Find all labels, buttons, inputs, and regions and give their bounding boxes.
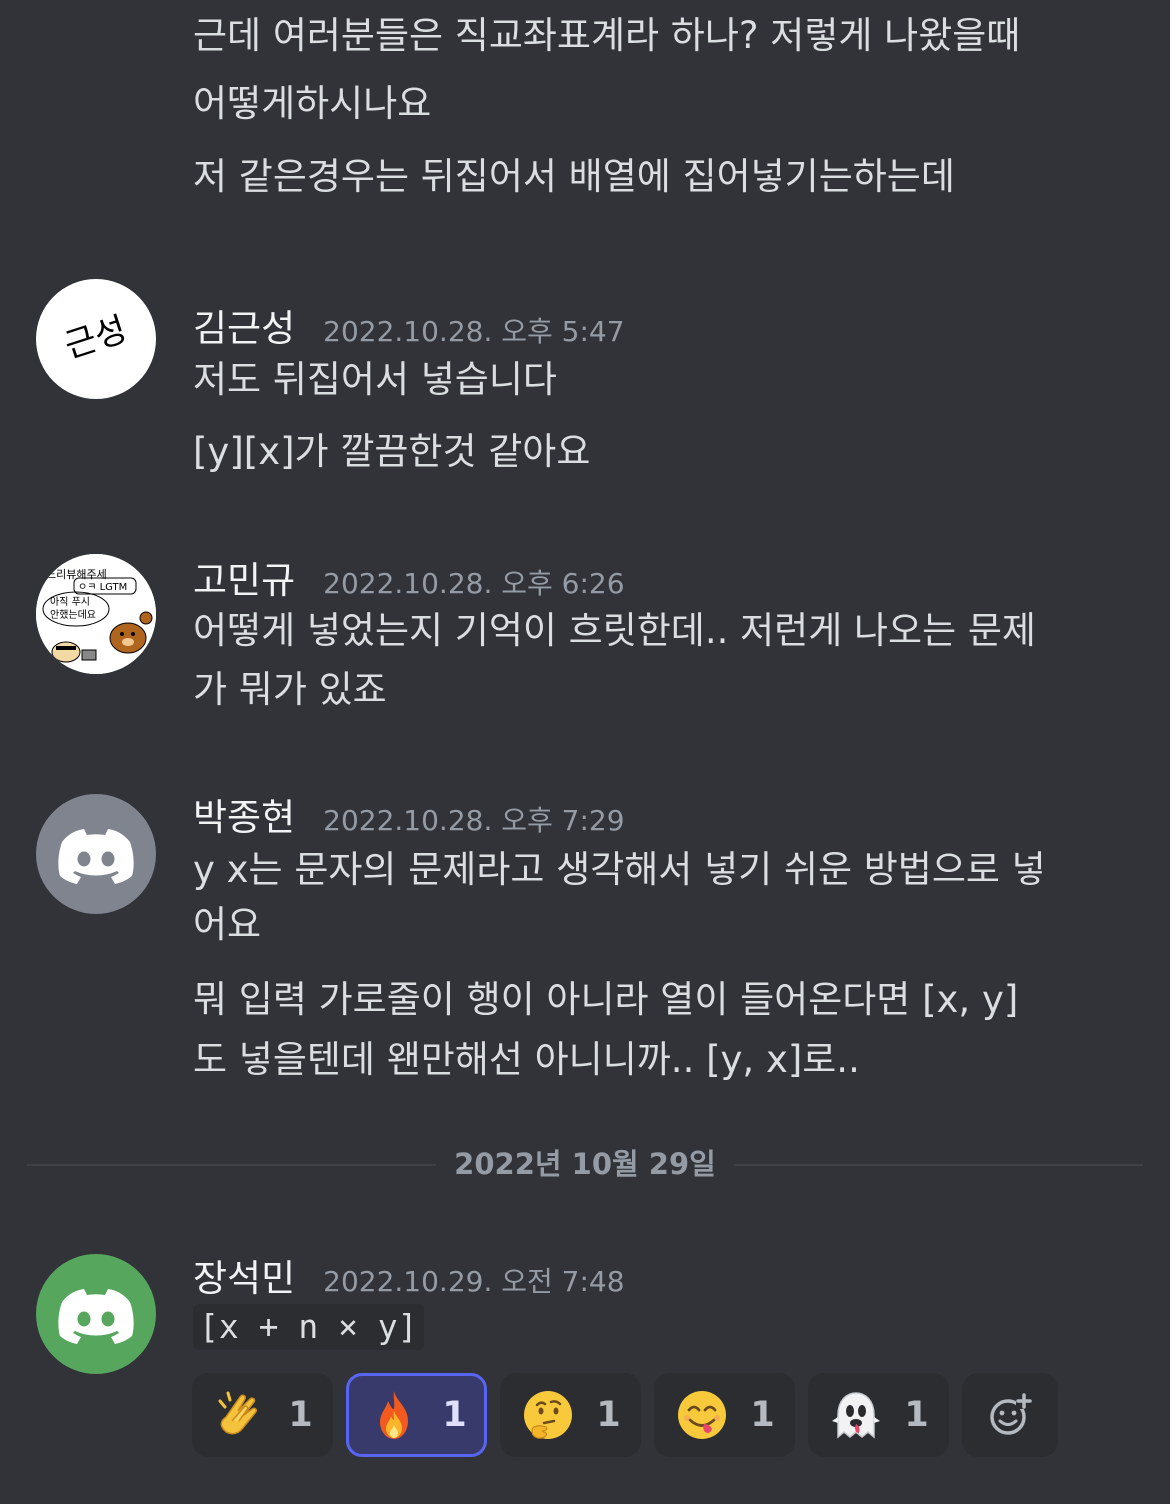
message-text-line: y x는 문자의 문제라고 생각해서 넣기 쉬운 방법으로 넣 (193, 848, 1046, 891)
discord-logo-icon (58, 1289, 134, 1344)
message-text-line: 근데 여러분들은 직교좌표계라 하나? 저렇게 나왔을때 (193, 14, 1021, 57)
svg-text:근성: 근성 (60, 309, 132, 366)
timestamp: 2022.10.29. 오전 7:48 (323, 1265, 625, 1298)
fire-icon (380, 1391, 409, 1439)
timestamp: 2022.10.28. 오후 6:26 (323, 567, 625, 600)
reaction-count: 1 (904, 1395, 929, 1435)
message-text-line: 어떻게 넣었는지 기억이 흐릿한데.. 저런게 나오는 문제 (193, 609, 1036, 652)
reaction-ghost[interactable]: 1 (808, 1373, 949, 1457)
svg-text:아직 푸시: 아직 푸시 (50, 596, 90, 608)
avatar[interactable] (36, 794, 156, 914)
clapping-hands-icon (218, 1391, 258, 1435)
message-header: 고민규 2022.10.28. 오후 6:26 (193, 550, 625, 604)
svg-text:ㅇㅋ LGTM: ㅇㅋ LGTM (78, 582, 127, 593)
timestamp: 2022.10.28. 오후 5:47 (323, 315, 625, 348)
message-text-line: 도 넣을텐데 왠만해선 아니니까.. [y, x]로.. (193, 1038, 860, 1081)
reaction-count: 1 (288, 1395, 313, 1435)
username[interactable]: 장석민 (193, 1248, 295, 1302)
svg-text:안했는데요: 안했는데요 (50, 608, 96, 621)
message-text-line: 가 뭐가 있죠 (193, 668, 387, 711)
avatar-handwriting-icon: 근성 (60, 309, 132, 366)
message-text-line: 뭐 입력 가로줄이 행이 아니라 열이 들어온다면 [x, y] (193, 978, 1019, 1021)
yum-face-icon (678, 1391, 727, 1439)
thinking-face-icon (524, 1391, 573, 1439)
timestamp: 2022.10.28. 오후 7:29 (323, 804, 625, 837)
reaction-fire[interactable]: 1 (346, 1373, 487, 1457)
add-emoji-icon (990, 1393, 1032, 1435)
reaction-count: 1 (596, 1395, 621, 1435)
add-reaction-button[interactable] (962, 1373, 1058, 1457)
reaction-clap[interactable]: 1 (192, 1373, 333, 1457)
message-text-line: 저도 뒤집어서 넣습니다 (193, 358, 557, 401)
avatar[interactable]: 느리뷰해주세 ㅇㅋ LGTM 아직 푸시 안했는데요 (36, 554, 156, 674)
message-header: 김근성 2022.10.28. 오후 5:47 (193, 298, 625, 352)
date-divider-label: 2022년 10월 29일 (436, 1146, 734, 1182)
message-text-line: 어떻게하시나요 (193, 82, 432, 125)
message-header: 박종현 2022.10.28. 오후 7:29 (193, 787, 625, 841)
message-text-line: 저 같은경우는 뒤집어서 배열에 집어넣기는하는데 (193, 155, 955, 198)
discord-logo-icon (58, 829, 134, 884)
message-header: 장석민 2022.10.29. 오전 7:48 (193, 1248, 625, 1302)
ghost-icon (832, 1392, 881, 1439)
username[interactable]: 김근성 (193, 298, 295, 352)
inline-code: [x + n × y] (193, 1304, 424, 1350)
username[interactable]: 박종현 (193, 787, 295, 841)
avatar[interactable] (36, 1254, 156, 1374)
reaction-yum[interactable]: 1 (654, 1373, 795, 1457)
avatar-comic-icon: 느리뷰해주세 ㅇㅋ LGTM 아직 푸시 안했는데요 (36, 554, 156, 674)
avatar[interactable]: 근성 (36, 279, 156, 399)
username[interactable]: 고민규 (193, 550, 295, 604)
reaction-thinking[interactable]: 1 (500, 1373, 641, 1457)
message-text-line: [y][x]가 깔끔한것 같아요 (193, 430, 591, 473)
reaction-count: 1 (442, 1395, 467, 1435)
reaction-bar: 1 1 1 1 1 (192, 1373, 1058, 1457)
reaction-count: 1 (750, 1395, 775, 1435)
message-text-line: 어요 (193, 903, 262, 946)
